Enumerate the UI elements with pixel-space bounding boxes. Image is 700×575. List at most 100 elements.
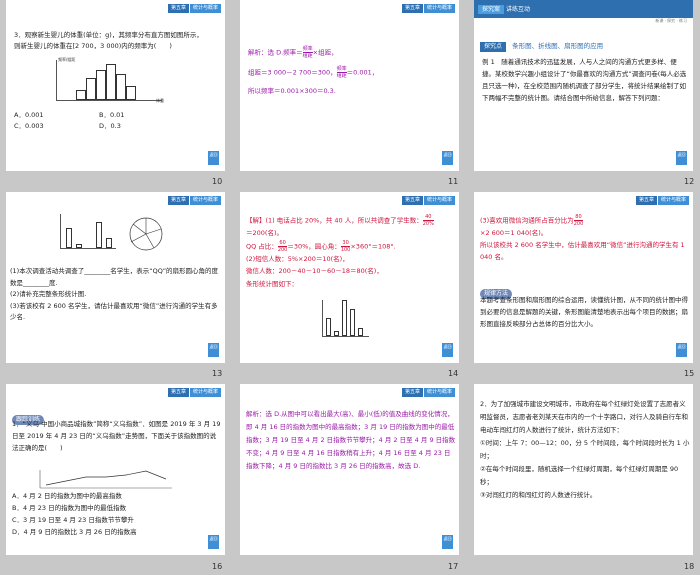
slide-12[interactable]: 探究案 讲练互动 新课 · 探究 · 练习 探究点 条形图、折线图、扇形图的应用… [474, 0, 693, 171]
histogram-y-label: 频率/组距 [58, 57, 76, 62]
option-d[interactable]: D．4 月 9 日的指数比 3 月 26 日的指数高 [12, 526, 222, 538]
return-button[interactable]: 返回 [676, 151, 687, 165]
chart-bar [66, 228, 72, 248]
option-a[interactable]: A．0.001 [14, 110, 99, 121]
method-3: ③对闯红灯的和闯红灯的人数进行统计。 [480, 491, 597, 499]
slide-header: 第五章 统计与概率 [167, 388, 221, 397]
line-chart-svg [39, 470, 172, 489]
solution-paragraph: 解析：选 D.从图中可以看出最大(高)、最小(低)的值及曲线的变化情况，即 4 … [246, 410, 456, 470]
header-chapter-tab[interactable]: 第五章 [167, 4, 189, 13]
pie-chart-figure [124, 214, 169, 254]
slide-number: 10 [212, 177, 223, 186]
question-text: (1)本次调查活动共调查了________名学生，表示“QQ”的扇形圆心角的度数… [10, 266, 220, 324]
header-chapter-tab[interactable]: 第五章 [401, 388, 423, 397]
example-paragraph: 例 1 随着通讯技术的迅猛发展，人与人之间的沟通方式更多样、便捷。某校数学兴趣小… [482, 58, 687, 102]
solution-line-2: ＝200(名)。 [246, 229, 283, 237]
slide-10[interactable]: 第五章 统计与概率 3．观察新生婴儿的体重(单位：g)，其频率分布直方图如图所示… [6, 0, 225, 171]
solution-line-3: 所以频率＝0.001×300＝0.3. [248, 87, 336, 95]
question-text: 3．观察新生婴儿的体重(单位：g)，其频率分布直方图如图所示， 则新生婴儿的体重… [14, 30, 219, 52]
slide-17[interactable]: 第五章 统计与概率 解析：选 D.从图中可以看出最大(高)、最小(低)的值及曲线… [240, 384, 459, 555]
slide-number: 16 [212, 562, 223, 571]
histogram-bar [86, 78, 96, 100]
pie-chart-svg [129, 217, 163, 251]
option-a[interactable]: A．4 月 2 日的指数为图中的最高指数 [12, 490, 222, 502]
chart-bar [358, 328, 363, 336]
solution-line-1: 【解】(1) 电话占比 20%，共 40 人，所以共调查了学生数： 40 20% [246, 214, 434, 227]
header-topic-tab[interactable]: 统计与概率 [423, 4, 455, 13]
solution-line-1: 解析：选 D.频率＝ 频率 组距 ×组距， [248, 46, 338, 59]
slide-15[interactable]: 第五章 统计与概率 (3)喜欢用微信沟通所占百分比为 80 200 ×2 600＝1… [474, 192, 693, 363]
option-d[interactable]: D．0.3 [99, 121, 121, 132]
question-1: (1)本次调查活动共调查了________名学生，表示“QQ”的扇形圆心角的度数… [10, 267, 219, 287]
histogram-bar [126, 86, 136, 100]
header-topic-tab[interactable]: 统计与概率 [423, 388, 455, 397]
return-button[interactable]: 返回 [676, 343, 687, 357]
chart-bar [106, 238, 112, 248]
chart-bar [342, 300, 347, 336]
option-c[interactable]: C．3 月 19 日至 4 月 23 日指数节节攀升 [12, 514, 222, 526]
question-3: (3)若该校有 2 600 名学生，请估计最喜欢用“微信”进行沟通的学生有多少名… [10, 301, 218, 322]
return-button[interactable]: 返回 [208, 535, 219, 549]
slide-number: 17 [448, 562, 459, 571]
slide-16[interactable]: 第五章 统计与概率 跟踪训练 1．“义乌·中国小商品城指数”简称“义乌指数”．如… [6, 384, 225, 555]
slide-header: 第五章 统计与概率 [401, 196, 455, 205]
slide-14[interactable]: 第五章 统计与概率 【解】(1) 电话占比 20%，共 40 人，所以共调查了学… [240, 192, 459, 363]
mini-header: 新课 · 探究 · 练习 [655, 18, 687, 23]
completed-bar-chart [320, 300, 370, 342]
slide-number: 15 [684, 369, 695, 378]
histogram-x-label: 体重 [156, 98, 164, 103]
solution-line-4: (2)短信人数：5%×200＝10(名)， [246, 254, 349, 263]
histogram-bar [116, 74, 126, 100]
question-2: (2)请补充完整条形统计图. [10, 290, 87, 298]
slide-header: 第五章 统计与概率 [635, 196, 689, 205]
slide-13[interactable]: 第五章 统计与概率 (1)本次调查活动共调查了________名学生，表示“QQ… [6, 192, 225, 363]
section-tag: 探究案 讲练互动 [478, 4, 530, 14]
header-chapter-tab[interactable]: 第五章 [401, 196, 423, 205]
slide-18[interactable]: 2．为了加强城市建设文明城市，市政府在每个红绿灯处设置了志愿者义明监督员，志愿者… [474, 384, 693, 555]
histogram-bar [96, 70, 106, 100]
answer-options: A．4 月 2 日的指数为图中的最高指数 B．4 月 23 日的指数为图中的最低… [12, 490, 222, 538]
index-line-chart [36, 468, 176, 490]
option-b[interactable]: B．0.01 [99, 110, 124, 121]
return-button[interactable]: 返回 [208, 151, 219, 165]
return-button[interactable]: 返回 [208, 343, 219, 357]
solution-line-6: 条形统计图如下： [246, 279, 298, 288]
question-line-2: 则新生婴儿的体重在[2 700，3 000)内的频率为( ) [14, 42, 172, 50]
slide-number: 18 [684, 562, 695, 571]
return-button[interactable]: 返回 [442, 343, 453, 357]
slide-number: 14 [448, 369, 459, 378]
header-topic-tab[interactable]: 统计与概率 [423, 196, 455, 205]
chart-bar [326, 318, 331, 336]
chart-bar [96, 222, 102, 248]
header-topic-tab[interactable]: 统计与概率 [657, 196, 689, 205]
chart-bar [76, 244, 82, 248]
return-button[interactable]: 返回 [442, 535, 453, 549]
header-chapter-tab[interactable]: 第五章 [167, 388, 189, 397]
option-b[interactable]: B．4 月 23 日的指数为图中的最低指数 [12, 502, 222, 514]
slide-number: 12 [684, 177, 695, 186]
header-topic-tab[interactable]: 统计与概率 [189, 4, 221, 13]
answer-options: A．0.001 B．0.01 C．0.003 D．0.3 [14, 110, 214, 132]
solution-line-2: ×2 600＝1 040(名)。 [480, 229, 548, 237]
slide-11[interactable]: 第五章 统计与概率 解析：选 D.频率＝ 频率 组距 ×组距， 组距＝3 000－2 … [240, 0, 459, 171]
topic-heading: 探究点 条形图、折线图、扇形图的应用 [480, 40, 603, 52]
method-2: ②在每个时间段里，随机选择一个红绿灯周期，每个红绿灯周期是 90 秒； [480, 465, 679, 486]
solution-text: 【解】(1) 电话占比 20%，共 40 人，所以共调查了学生数： 40 20% ＝… [246, 214, 456, 290]
bar-chart-figure [56, 214, 116, 254]
slide-header: 第五章 统计与概率 [401, 4, 455, 13]
solution-text: (3)喜欢用微信沟通所占百分比为 80 200 ×2 600＝1 040(名)。 所… [480, 214, 690, 263]
question-paragraph: 1．“义乌·中国小商品城指数”简称“义乌指数”．如图是 2019 年 3 月 1… [12, 420, 221, 452]
option-c[interactable]: C．0.003 [14, 121, 99, 132]
header-topic-tab[interactable]: 统计与概率 [189, 196, 221, 205]
slide-number: 13 [212, 369, 223, 378]
header-chapter-tab[interactable]: 第五章 [401, 4, 423, 13]
header-topic-tab[interactable]: 统计与概率 [189, 388, 221, 397]
header-chapter-tab[interactable]: 第五章 [167, 196, 189, 205]
slide-number: 11 [448, 177, 459, 186]
header-chapter-tab[interactable]: 第五章 [635, 196, 657, 205]
return-button[interactable]: 返回 [442, 151, 453, 165]
slide-header: 第五章 统计与概率 [401, 388, 455, 397]
solution-text: 解析：选 D.频率＝ 频率 组距 ×组距， 组距＝3 000－2 700＝300， 频率… [248, 46, 453, 98]
question-line-1: 3．观察新生婴儿的体重(单位：g)，其频率分布直方图如图所示， [14, 31, 203, 39]
histogram-bar [76, 90, 86, 100]
